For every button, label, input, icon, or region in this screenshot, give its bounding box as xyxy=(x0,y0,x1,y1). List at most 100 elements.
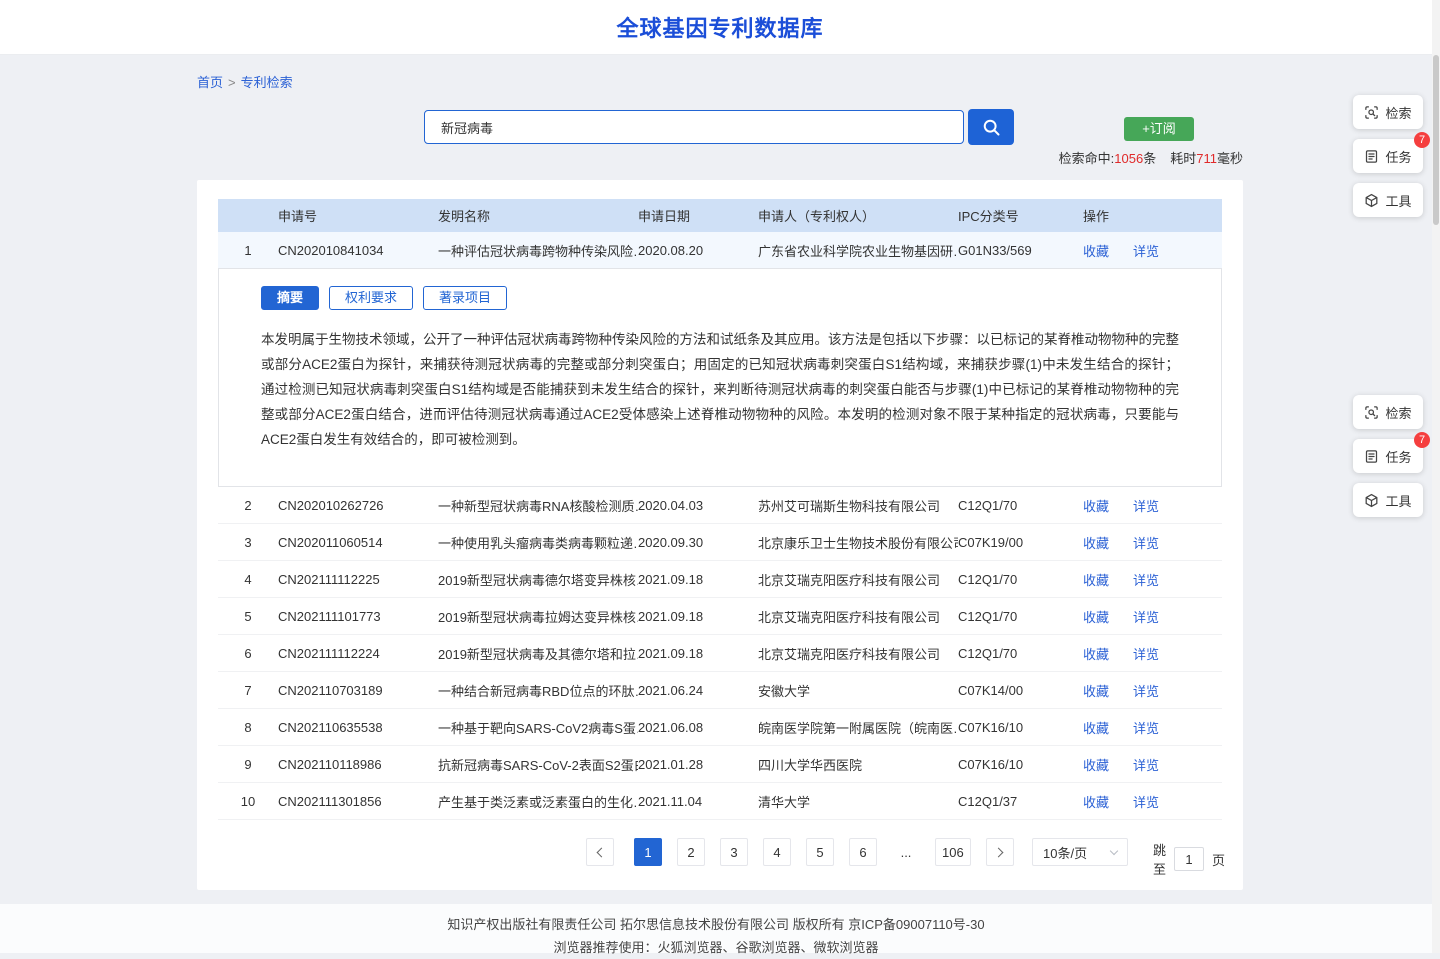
invention-title: 一种使用乳头瘤病毒类病毒颗粒递… xyxy=(438,533,638,552)
table-row[interactable]: 8 CN202110635538 一种基于靶向SARS-CoV2病毒S蛋… 20… xyxy=(218,709,1222,746)
tab-abstract[interactable]: 摘要 xyxy=(261,286,319,310)
patent-detail-panel: 摘要 权利要求 著录项目 本发明属于生物技术领域，公开了一种评估冠状病毒跨物种传… xyxy=(218,268,1222,487)
favorite-link[interactable]: 收藏 xyxy=(1083,607,1109,626)
search-button[interactable] xyxy=(968,109,1014,145)
float-tasks-label: 任务 xyxy=(1385,147,1411,166)
row-operations: 收藏 详览 xyxy=(1083,644,1222,663)
invention-title: 一种评估冠状病毒跨物种传染风险… xyxy=(438,241,638,260)
float-tools-label: 工具 xyxy=(1385,191,1411,210)
scan-search-icon xyxy=(1364,405,1379,420)
row-operations: 收藏 详览 xyxy=(1083,570,1222,589)
col-application-number: 申请号 xyxy=(278,206,438,225)
tool-icon xyxy=(1364,493,1379,508)
application-date: 2021.09.18 xyxy=(638,609,758,624)
favorite-link[interactable]: 收藏 xyxy=(1083,570,1109,589)
page-size-select[interactable]: 10条/页 xyxy=(1032,838,1128,866)
tab-claims[interactable]: 权利要求 xyxy=(329,286,413,310)
search-stats: 检索命中:1056条耗时711毫秒 xyxy=(1059,148,1243,167)
time-label: 耗时 xyxy=(1170,151,1196,166)
invention-title: 2019新型冠状病毒德尔塔变异株核… xyxy=(438,570,638,589)
breadcrumb-current: 专利检索 xyxy=(241,75,293,90)
hits-number: 1056 xyxy=(1114,151,1143,166)
ipc-class: C12Q1/70 xyxy=(958,498,1083,513)
breadcrumb: 首页>专利检索 xyxy=(197,72,293,91)
application-number: CN202010262726 xyxy=(278,498,438,513)
float-tasks-button-2[interactable]: 任务 7 xyxy=(1353,439,1423,473)
favorite-link[interactable]: 收藏 xyxy=(1083,241,1109,260)
page-title: 全球基因专利数据库 xyxy=(616,11,823,43)
scrollbar[interactable] xyxy=(1432,0,1440,953)
float-tools-button[interactable]: 工具 xyxy=(1353,183,1423,217)
page-button-4[interactable]: 4 xyxy=(763,838,791,866)
page-button-6[interactable]: 6 xyxy=(849,838,877,866)
float-search-button-2[interactable]: 检索 xyxy=(1353,395,1423,429)
page-button-5[interactable]: 5 xyxy=(806,838,834,866)
scrollbar-thumb[interactable] xyxy=(1433,55,1439,225)
invention-title: 产生基于类泛素或泛素蛋白的生化… xyxy=(438,792,638,811)
detail-tabs: 摘要 权利要求 著录项目 xyxy=(261,286,1179,310)
abstract-text: 本发明属于生物技术领域，公开了一种评估冠状病毒跨物种传染风险的方法和试纸条及其应… xyxy=(261,327,1179,452)
ipc-class: C12Q1/37 xyxy=(958,794,1083,809)
float-tools-button-2[interactable]: 工具 xyxy=(1353,483,1423,517)
invention-title: 抗新冠病毒SARS-CoV-2表面S2蛋白… xyxy=(438,755,638,774)
application-number: CN202111301856 xyxy=(278,794,438,809)
table-row[interactable]: 6 CN202111112224 2019新型冠状病毒及其德尔塔和拉… 2021… xyxy=(218,635,1222,672)
row-index: 8 xyxy=(218,720,278,735)
jump-page-input[interactable] xyxy=(1174,847,1204,871)
tab-bibliographic[interactable]: 著录项目 xyxy=(423,286,507,310)
search-input[interactable] xyxy=(425,111,963,143)
table-row[interactable]: 7 CN202110703189 一种结合新冠病毒RBD位点的环肽… 2021.… xyxy=(218,672,1222,709)
float-search-label: 检索 xyxy=(1385,403,1411,422)
next-page-button[interactable] xyxy=(986,838,1014,866)
table-row[interactable]: 3 CN202011060514 一种使用乳头瘤病毒类病毒颗粒递… 2020.0… xyxy=(218,524,1222,561)
favorite-link[interactable]: 收藏 xyxy=(1083,496,1109,515)
subscribe-button[interactable]: +订阅 xyxy=(1124,117,1194,141)
invention-title: 2019新型冠状病毒及其德尔塔和拉… xyxy=(438,644,638,663)
detail-link[interactable]: 详览 xyxy=(1133,755,1159,774)
detail-link[interactable]: 详览 xyxy=(1133,241,1159,260)
row-index: 4 xyxy=(218,572,278,587)
detail-link[interactable]: 详览 xyxy=(1133,718,1159,737)
task-list-icon xyxy=(1364,449,1379,464)
detail-link[interactable]: 详览 xyxy=(1133,681,1159,700)
table-row[interactable]: 1 CN202010841034 一种评估冠状病毒跨物种传染风险… 2020.0… xyxy=(218,232,1222,268)
favorite-link[interactable]: 收藏 xyxy=(1083,792,1109,811)
favorite-link[interactable]: 收藏 xyxy=(1083,718,1109,737)
search-icon xyxy=(981,117,1001,137)
detail-link[interactable]: 详览 xyxy=(1133,570,1159,589)
breadcrumb-home-link[interactable]: 首页 xyxy=(197,75,223,90)
detail-link[interactable]: 详览 xyxy=(1133,644,1159,663)
page-button-1[interactable]: 1 xyxy=(634,838,662,866)
application-number: CN202011060514 xyxy=(278,535,438,550)
prev-page-button[interactable] xyxy=(586,838,614,866)
page-button-3[interactable]: 3 xyxy=(720,838,748,866)
application-number: CN202110118986 xyxy=(278,757,438,772)
table-row[interactable]: 9 CN202110118986 抗新冠病毒SARS-CoV-2表面S2蛋白… … xyxy=(218,746,1222,783)
page-ellipsis[interactable]: ... xyxy=(892,838,920,866)
jump-suffix: 页 xyxy=(1212,850,1225,869)
pagination-bar: 1 2 3 4 5 6 ... 106 10条/页 跳至 页 xyxy=(218,832,1222,872)
detail-link[interactable]: 详览 xyxy=(1133,792,1159,811)
page-button-last[interactable]: 106 xyxy=(935,838,971,866)
float-tasks-button[interactable]: 任务 7 xyxy=(1353,139,1423,173)
detail-link[interactable]: 详览 xyxy=(1133,607,1159,626)
favorite-link[interactable]: 收藏 xyxy=(1083,755,1109,774)
favorite-link[interactable]: 收藏 xyxy=(1083,681,1109,700)
row-operations: 收藏 详览 xyxy=(1083,607,1222,626)
ipc-class: C07K19/00 xyxy=(958,535,1083,550)
detail-link[interactable]: 详览 xyxy=(1133,496,1159,515)
application-date: 2020.09.30 xyxy=(638,535,758,550)
table-row[interactable]: 4 CN202111112225 2019新型冠状病毒德尔塔变异株核… 2021… xyxy=(218,561,1222,598)
row-index: 1 xyxy=(218,243,278,258)
applicant: 皖南医学院第一附属医院（皖南医… xyxy=(758,718,958,737)
page-button-2[interactable]: 2 xyxy=(677,838,705,866)
chevron-down-icon xyxy=(1110,846,1118,854)
favorite-link[interactable]: 收藏 xyxy=(1083,644,1109,663)
table-row[interactable]: 5 CN202111101773 2019新型冠状病毒拉姆达变异株核… 2021… xyxy=(218,598,1222,635)
table-row[interactable]: 2 CN202010262726 一种新型冠状病毒RNA核酸检测质… 2020.… xyxy=(218,487,1222,524)
table-row[interactable]: 10 CN202111301856 产生基于类泛素或泛素蛋白的生化… 2021.… xyxy=(218,783,1222,820)
float-search-button[interactable]: 检索 xyxy=(1353,95,1423,129)
favorite-link[interactable]: 收藏 xyxy=(1083,533,1109,552)
row-operations: 收藏 详览 xyxy=(1083,496,1222,515)
detail-link[interactable]: 详览 xyxy=(1133,533,1159,552)
